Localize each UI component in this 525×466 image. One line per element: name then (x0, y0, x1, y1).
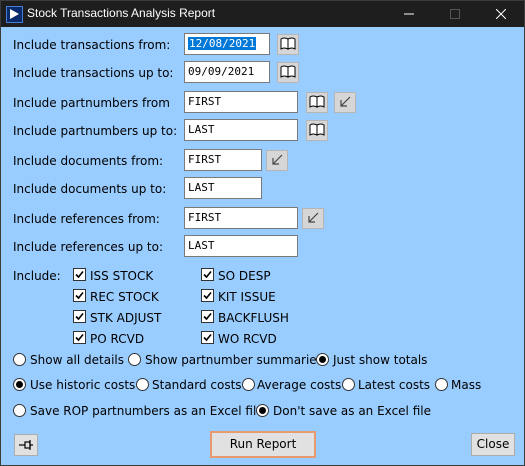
arrow-down-left-icon (272, 154, 283, 165)
latest-costs-radio[interactable] (342, 378, 355, 391)
kit-issue-label: KIT ISSUE (218, 290, 276, 304)
maximize-icon (450, 9, 460, 19)
partnumbers-from-arrow-button[interactable] (334, 92, 356, 113)
wo-rcvd-checkbox[interactable] (201, 331, 214, 344)
so-desp-checkbox[interactable] (201, 268, 214, 281)
partnumbers-to-lookup-button[interactable] (306, 120, 328, 141)
backflush-checkbox[interactable] (201, 310, 214, 323)
show-partnumber-summaries-label: Show partnumber summaries (145, 353, 323, 367)
include-label: Include: (13, 269, 61, 283)
backflush-label: BACKFLUSH (218, 311, 289, 325)
partnumbers-from-label: Include partnumbers from (13, 96, 170, 110)
transactions-from-lookup-button[interactable] (277, 34, 299, 55)
partnumbers-to-label: Include partnumbers up to: (13, 124, 178, 138)
checkmark-icon (75, 270, 84, 279)
documents-from-label: Include documents from: (13, 154, 164, 168)
transactions-from-value: 12/08/2021 (188, 37, 257, 50)
use-historic-costs-radio[interactable] (13, 378, 26, 391)
references-from-arrow-button[interactable] (302, 208, 324, 229)
po-rcvd-label: PO RCVD (90, 332, 145, 346)
minimize-button[interactable] (386, 1, 432, 27)
checkmark-icon (203, 333, 212, 342)
stk-adjust-label: STK ADJUST (90, 311, 162, 325)
minimize-icon (404, 13, 414, 15)
stk-adjust-checkbox[interactable] (73, 310, 86, 323)
wo-rcvd-label: WO RCVD (218, 332, 277, 346)
report-window: Stock Transactions Analysis Report Inclu… (0, 0, 525, 466)
standard-costs-radio[interactable] (136, 378, 149, 391)
dont-save-excel-radio[interactable] (256, 404, 269, 417)
po-rcvd-checkbox[interactable] (73, 331, 86, 344)
average-costs-radio[interactable] (242, 378, 255, 391)
checkmark-icon (75, 312, 84, 321)
partnumbers-to-field[interactable]: LAST (184, 119, 298, 141)
iss-stock-checkbox[interactable] (73, 268, 86, 281)
references-from-field[interactable]: FIRST (184, 207, 298, 229)
rec-stock-label: REC STOCK (90, 290, 159, 304)
documents-to-field[interactable]: LAST (184, 177, 262, 199)
save-excel-radio[interactable] (13, 404, 26, 417)
show-all-details-label: Show all details (30, 353, 125, 367)
book-lookup-icon (280, 65, 296, 78)
transactions-from-field[interactable]: 12/08/2021 (184, 33, 270, 55)
arrow-down-left-icon (308, 212, 319, 223)
transactions-to-label: Include transactions up to: (13, 66, 174, 80)
window-title: Stock Transactions Analysis Report (27, 6, 216, 20)
just-show-totals-radio[interactable] (316, 353, 329, 366)
checkmark-icon (203, 270, 212, 279)
mass-label: Mass (451, 378, 482, 392)
dont-save-excel-label: Don't save as an Excel file (273, 404, 431, 418)
close-button[interactable]: Close (471, 433, 515, 456)
run-report-button[interactable]: Run Report (210, 431, 316, 458)
iss-stock-label: ISS STOCK (90, 269, 154, 283)
book-lookup-icon (309, 95, 325, 108)
app-play-icon (6, 6, 23, 23)
use-historic-costs-label: Use historic costs (30, 378, 136, 392)
average-costs-label: Average costs (257, 378, 342, 392)
checkmark-icon (203, 312, 212, 321)
save-excel-label: Save ROP partnumbers as an Excel file (30, 404, 264, 418)
arrow-down-left-icon (340, 96, 351, 107)
mass-radio[interactable] (435, 378, 448, 391)
documents-from-field[interactable]: FIRST (184, 149, 262, 171)
references-from-label: Include references from: (13, 212, 160, 226)
radio-selected-dot (319, 356, 326, 363)
documents-from-arrow-button[interactable] (266, 150, 288, 171)
close-icon (496, 9, 506, 19)
show-all-details-radio[interactable] (13, 353, 26, 366)
pin-icon (19, 440, 33, 450)
checkmark-icon (75, 333, 84, 342)
close-window-button[interactable] (478, 1, 524, 27)
book-lookup-icon (309, 123, 325, 136)
documents-to-label: Include documents up to: (13, 182, 167, 196)
book-lookup-icon (280, 37, 296, 50)
pin-button[interactable] (14, 434, 38, 456)
transactions-to-lookup-button[interactable] (277, 62, 299, 83)
partnumbers-from-field[interactable]: FIRST (184, 91, 298, 113)
transactions-from-label: Include transactions from: (13, 38, 171, 52)
radio-selected-dot (16, 381, 23, 388)
partnumbers-from-lookup-button[interactable] (306, 92, 328, 113)
transactions-to-field[interactable]: 09/09/2021 (184, 61, 270, 83)
maximize-button[interactable] (432, 1, 478, 27)
checkmark-icon (203, 291, 212, 300)
title-bar[interactable]: Stock Transactions Analysis Report (1, 1, 524, 27)
just-show-totals-label: Just show totals (333, 353, 428, 367)
kit-issue-checkbox[interactable] (201, 289, 214, 302)
references-to-label: Include references up to: (13, 240, 163, 254)
latest-costs-label: Latest costs (358, 378, 431, 392)
show-partnumber-summaries-radio[interactable] (128, 353, 141, 366)
checkmark-icon (75, 291, 84, 300)
references-to-field[interactable]: LAST (184, 235, 298, 257)
radio-selected-dot (259, 407, 266, 414)
so-desp-label: SO DESP (218, 269, 271, 283)
rec-stock-checkbox[interactable] (73, 289, 86, 302)
standard-costs-label: Standard costs (152, 378, 242, 392)
